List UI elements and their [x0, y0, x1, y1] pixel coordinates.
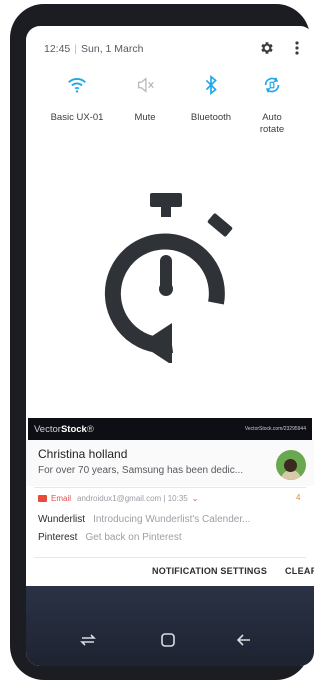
email-count: 4: [296, 493, 301, 502]
notification-settings-button[interactable]: NOTIFICATION SETTINGS: [152, 566, 267, 576]
stopwatch-icon: [104, 193, 233, 363]
status-separator: |: [74, 43, 78, 55]
avatar: [276, 450, 306, 480]
message-notification[interactable]: Christina holland For over 70 years, Sam…: [26, 440, 314, 486]
more-options-icon[interactable]: [293, 40, 301, 56]
notification-body: For over 70 years, Samsung has been dedi…: [38, 465, 244, 476]
watermark-url: VectorStock.com/23295944: [244, 426, 306, 432]
stopwatch-image: [26, 151, 314, 411]
email-notification[interactable]: Email androidux1@gmail.com | 10:35 ⌄ 4 W…: [26, 488, 314, 554]
watermark-bar: VectorStock® VectorStock.com/23295944: [28, 418, 312, 440]
bluetooth-icon: [205, 75, 217, 95]
qs-mute-label: Mute: [134, 112, 156, 123]
mute-icon: [137, 77, 154, 93]
phone-frame: 12:45 | Sun, 1 March Basic UX-01 Mute Bl…: [10, 4, 314, 680]
notification-actions: NOTIFICATION SETTINGS CLEAR: [26, 558, 314, 586]
qs-auto-rotate[interactable]: Auto rotate: [242, 72, 302, 136]
email-item[interactable]: Pinterest Get back on Pinterest: [38, 532, 182, 543]
home-icon[interactable]: [156, 628, 180, 652]
navigation-bar: [26, 586, 314, 666]
qs-wifi[interactable]: Basic UX-01: [42, 72, 112, 124]
clear-button[interactable]: CLEAR: [285, 566, 314, 576]
chevron-down-icon[interactable]: ⌄: [192, 494, 199, 503]
qs-auto-rotate-label: Auto rotate: [259, 112, 285, 135]
email-sender: Wunderlist: [38, 514, 86, 525]
notification-title: Christina holland: [38, 447, 128, 461]
qs-mute[interactable]: Mute: [110, 72, 180, 124]
email-subject: Get back on Pinterest: [85, 532, 182, 543]
qs-bluetooth-label: Bluetooth: [190, 112, 232, 123]
email-app-name: Email: [51, 494, 72, 503]
email-notification-header: Email androidux1@gmail.com | 10:35 ⌄: [38, 494, 198, 503]
email-sender: Pinterest: [38, 532, 78, 543]
status-header: 12:45 | Sun, 1 March: [26, 26, 314, 72]
gear-icon[interactable]: [259, 40, 275, 56]
email-icon: [38, 495, 47, 502]
status-time: 12:45: [44, 43, 71, 55]
auto-rotate-icon: [264, 77, 280, 93]
email-item[interactable]: Wunderlist Introducing Wunderlist's Calen…: [38, 514, 250, 525]
watermark-brand: VectorStock®: [34, 423, 94, 435]
email-account: androidux1@gmail.com | 10:35: [77, 494, 188, 503]
qs-bluetooth[interactable]: Bluetooth: [176, 72, 246, 124]
status-date: Sun, 1 March: [81, 43, 144, 55]
notification-panel: 12:45 | Sun, 1 March Basic UX-01 Mute Bl…: [26, 26, 314, 666]
recent-apps-icon[interactable]: [76, 628, 100, 652]
wifi-icon: [68, 78, 86, 93]
qs-wifi-label: Basic UX-01: [50, 112, 104, 123]
back-icon[interactable]: [232, 628, 256, 652]
email-subject: Introducing Wunderlist's Calender...: [93, 514, 251, 525]
quick-settings: Basic UX-01 Mute Bluetooth Auto rotate: [26, 72, 314, 148]
